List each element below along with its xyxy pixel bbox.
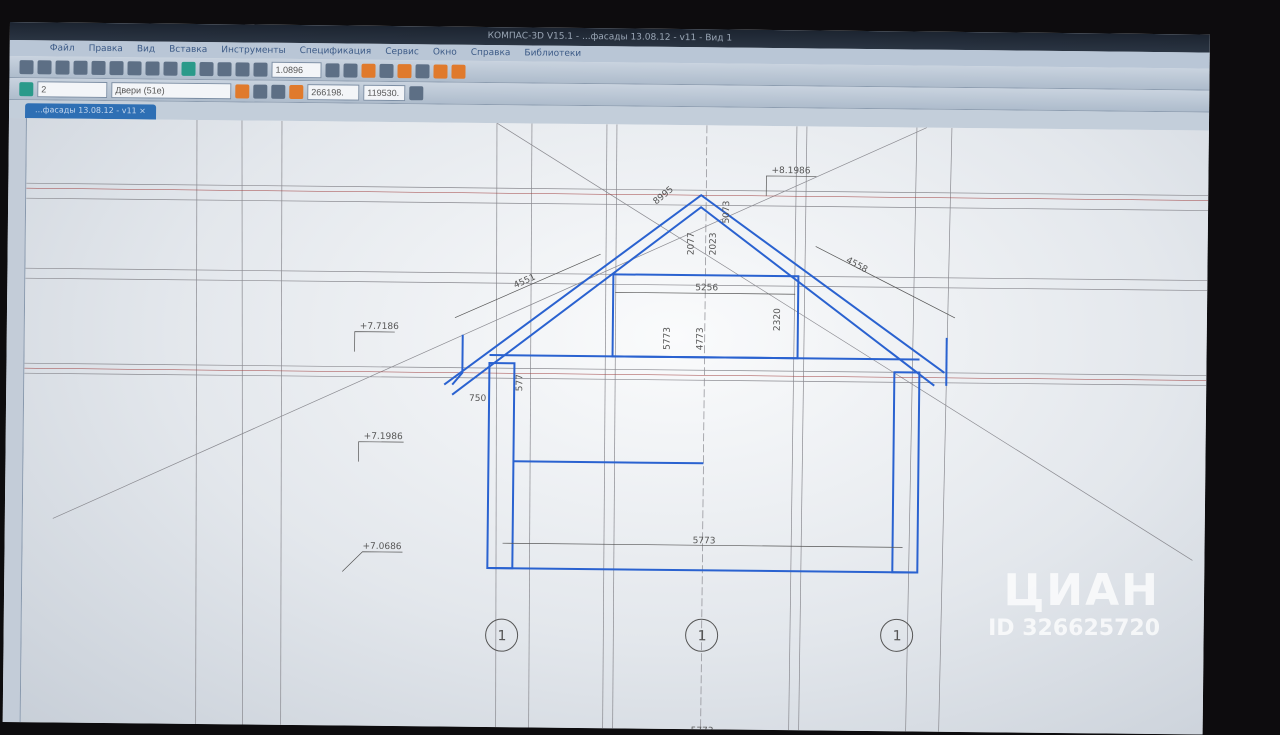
dim-label: 5773	[693, 536, 716, 546]
zoom-window-icon[interactable]	[253, 62, 268, 77]
watermark: ЦИАН ID 326625720	[988, 565, 1160, 641]
dim-label: 2023	[709, 232, 719, 255]
axis-mark: 1	[498, 628, 507, 644]
watermark-id: ID 326625720	[988, 616, 1160, 641]
paste-icon[interactable]	[127, 60, 142, 75]
dim-label: 5773	[663, 327, 673, 350]
watermark-brand: ЦИАН	[1003, 565, 1160, 616]
coord-y-field[interactable]	[363, 84, 406, 101]
dim-label: 2077	[687, 232, 697, 255]
coord-x-field[interactable]	[307, 83, 360, 101]
symbol-icon[interactable]	[397, 63, 412, 78]
axis-mark: 1	[893, 628, 902, 644]
zoom-field[interactable]	[271, 61, 322, 78]
zoom-in-icon[interactable]	[235, 61, 250, 77]
dim-label: 4773	[696, 327, 706, 350]
dimension-lines	[342, 175, 956, 735]
help-icon[interactable]	[217, 61, 232, 76]
axis-mark: 1	[698, 628, 707, 644]
menu-insert[interactable]: Вставка	[169, 45, 207, 55]
copy-icon[interactable]	[109, 60, 124, 75]
manager-icon[interactable]	[181, 61, 196, 76]
level-mark: +7.1986	[364, 432, 403, 442]
level-mark: +7.0686	[362, 542, 401, 552]
print-icon[interactable]	[55, 59, 70, 75]
ortho-icon[interactable]	[289, 84, 304, 99]
undo-icon[interactable]	[145, 60, 160, 76]
dim-label: 2320	[773, 308, 783, 331]
facade-drawing: 4551 4558 8995 2077 2023 5073 5256 2320 …	[24, 119, 1209, 735]
dim-label: 5073	[722, 201, 732, 224]
level-mark: +7.7186	[360, 322, 399, 332]
dim-label: 4551	[512, 272, 537, 291]
geometry-icon[interactable]	[361, 63, 376, 78]
document-tab[interactable]: ...фасады 13.08.12 - v11 ×	[24, 103, 156, 120]
level-mark: +8.1986	[771, 166, 810, 176]
menu-edit[interactable]: Правка	[89, 44, 123, 54]
tab-label: ...фасады 13.08.12 - v11	[35, 105, 137, 116]
save-icon[interactable]	[37, 59, 52, 74]
preview-icon[interactable]	[73, 60, 88, 75]
refresh-icon[interactable]	[343, 62, 358, 78]
layer-icon	[19, 81, 34, 96]
construction-lines	[24, 119, 1209, 732]
menu-window[interactable]: Окно	[433, 47, 457, 57]
snap-icon[interactable]	[235, 83, 250, 99]
dim-label: 750	[469, 394, 487, 404]
measure-icon[interactable]	[451, 64, 466, 79]
dim-label: 4558	[844, 256, 869, 276]
new-icon[interactable]	[19, 59, 34, 74]
params-icon[interactable]	[433, 63, 448, 79]
edit-icon[interactable]	[415, 63, 430, 78]
menu-specification[interactable]: Спецификация	[300, 46, 372, 57]
layer-field[interactable]	[37, 80, 108, 98]
menu-service[interactable]: Сервис	[385, 47, 419, 57]
close-tab-icon[interactable]: ×	[139, 106, 146, 115]
dim-label: 577	[515, 374, 525, 391]
dim-label: 5256	[695, 283, 718, 293]
view-icon[interactable]	[409, 85, 424, 100]
menu-tools[interactable]: Инструменты	[221, 45, 286, 56]
drawing-canvas[interactable]: 4551 4558 8995 2077 2023 5073 5256 2320 …	[20, 118, 1209, 735]
menu-help[interactable]: Справка	[471, 48, 511, 58]
grid-icon[interactable]	[253, 84, 268, 99]
menu-file[interactable]: Файл	[50, 43, 75, 53]
cut-icon[interactable]	[91, 60, 106, 75]
dim-label: 5773	[691, 726, 714, 734]
dimension-icon[interactable]	[379, 63, 394, 78]
pan-icon[interactable]	[325, 62, 340, 77]
style-select[interactable]	[111, 81, 232, 99]
menu-libraries[interactable]: Библиотеки	[524, 48, 581, 59]
variables-icon[interactable]	[199, 61, 214, 76]
redo-icon[interactable]	[163, 61, 178, 76]
menu-view[interactable]: Вид	[137, 44, 155, 54]
local-cs-icon[interactable]	[271, 84, 286, 99]
dim-label: 8995	[652, 185, 676, 207]
